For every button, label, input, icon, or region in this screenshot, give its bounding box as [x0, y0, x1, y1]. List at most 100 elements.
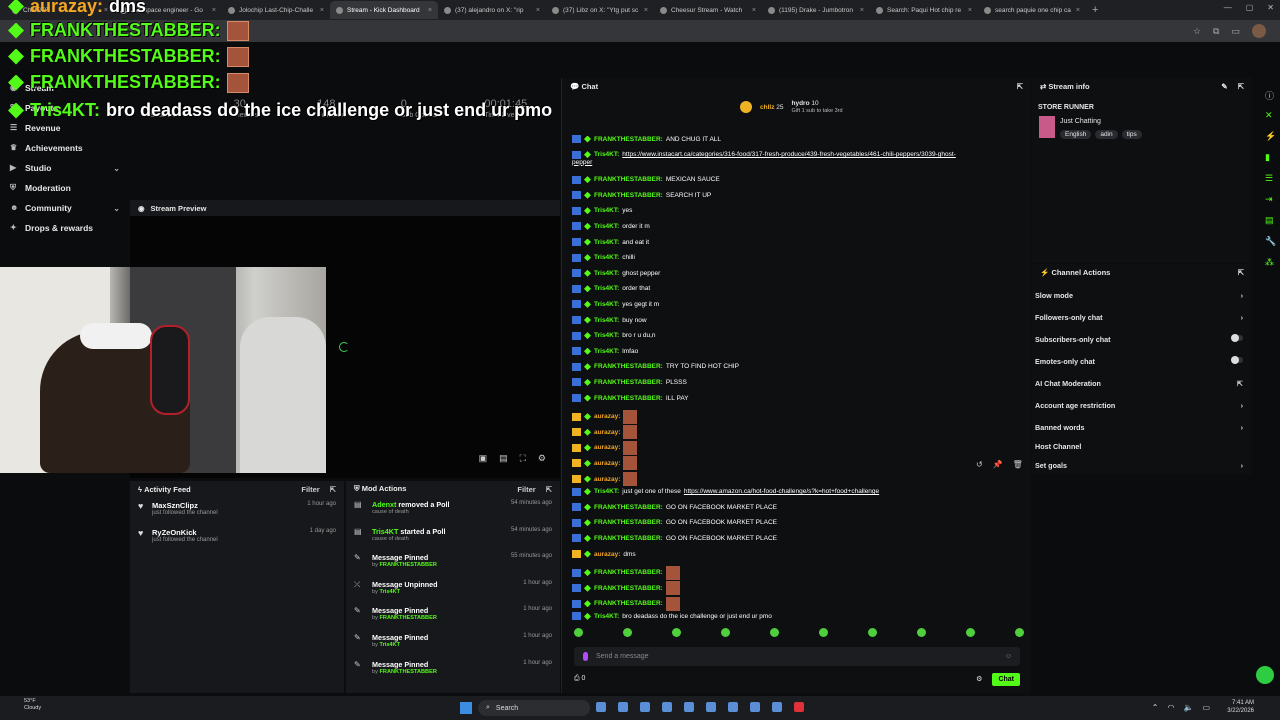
mod-action-by-user[interactable]: FRANKTHESTABBER [379, 669, 436, 675]
browser-tab[interactable]: ChatGPT × [6, 1, 114, 19]
chat-username[interactable]: Tris4KT: [594, 301, 619, 308]
help-chat-button[interactable] [1256, 666, 1274, 684]
close-window-icon[interactable]: ✕ [1267, 3, 1274, 12]
sidebar-icon[interactable]: ▭ [1231, 26, 1240, 37]
close-icon[interactable]: × [212, 7, 216, 14]
activity-filter-button[interactable]: Filter [301, 485, 319, 494]
pip-icon[interactable]: ▣ [479, 453, 488, 464]
close-icon[interactable]: × [428, 7, 432, 14]
profile-avatar[interactable] [1252, 24, 1266, 38]
tool-icon-6[interactable]: ▤ [1265, 215, 1275, 225]
sidebar-item-revenue[interactable]: ☰ Revenue [0, 118, 130, 138]
close-icon[interactable]: × [644, 7, 648, 14]
chat-username[interactable]: Tris4KT: [594, 488, 619, 495]
undo-icon[interactable]: ↺ [976, 460, 983, 469]
tool-icon-1[interactable]: ✕ [1265, 110, 1275, 120]
chat-username[interactable]: FRANKTHESTABBER: [594, 379, 663, 386]
fullscreen-icon[interactable]: ⛶ [520, 453, 526, 464]
mod-action-by-user[interactable]: Tris4KT [379, 642, 400, 648]
chat-username[interactable]: FRANKTHESTABBER: [594, 176, 663, 183]
app-icon-9[interactable] [772, 702, 782, 712]
sidebar-item-community[interactable]: ☻ Community ⌄ [0, 198, 130, 218]
chat-username[interactable]: FRANKTHESTABBER: [594, 569, 663, 576]
chat-username[interactable]: Tris4KT: [594, 223, 619, 230]
minimize-icon[interactable]: — [1224, 3, 1232, 12]
chat-link[interactable]: https://www.amazon.ca/hot-food-challenge… [684, 488, 879, 495]
toggle-switch[interactable] [1231, 356, 1243, 364]
activity-username[interactable]: RyZeOnKick [152, 528, 304, 537]
mod-action-user[interactable]: Adenxt [372, 500, 396, 509]
edit-pencil-icon[interactable]: ✎ [1221, 82, 1227, 91]
sidebar-item-moderation[interactable]: ⛨ Moderation [0, 178, 130, 198]
close-icon[interactable]: × [104, 7, 108, 14]
mod-action-by-user[interactable]: FRANKTHESTABBER [379, 562, 436, 568]
chat-username[interactable]: aurazay: [594, 429, 620, 436]
chat-username[interactable]: FRANKTHESTABBER: [594, 363, 663, 370]
channel-action-subscribers-only-chat[interactable]: Subscribers-only chat [1035, 334, 1243, 344]
close-icon[interactable]: × [536, 7, 540, 14]
chat-username[interactable]: Tris4KT: [594, 207, 619, 214]
chat-username[interactable]: Tris4KT: [594, 285, 619, 292]
chat-username[interactable]: FRANKTHESTABBER: [594, 504, 663, 511]
emote-2[interactable] [623, 628, 632, 637]
channel-action-host-channel[interactable]: Host Channel [1035, 442, 1243, 451]
pin-icon[interactable]: 📌 [993, 460, 1003, 469]
channel-action-followers-only-chat[interactable]: Followers-only chat › [1035, 313, 1243, 322]
chat-username[interactable]: FRANKTHESTABBER: [594, 192, 663, 199]
browser-tab[interactable]: (1195) Drake - Jumbotron × [762, 1, 870, 19]
browser-tab[interactable]: (37) alejandro on X: "rip × [438, 1, 546, 19]
popout-icon[interactable]: ⇱ [546, 485, 552, 494]
gift-leaderboard[interactable]: chllz 25 hydro 10 Gift 1 sub to take 3rd [740, 100, 843, 114]
channel-action-account-age-restriction[interactable]: Account age restriction › [1035, 401, 1243, 410]
toggle-switch[interactable] [1231, 334, 1243, 342]
chat-username[interactable]: Tris4KT: [594, 613, 619, 620]
settings-gear-icon[interactable]: ⚙ [976, 675, 982, 683]
stream-tag[interactable]: adin [1095, 130, 1118, 139]
popout-icon[interactable]: ⇱ [1017, 82, 1023, 91]
app-icon-2[interactable] [618, 702, 628, 712]
theater-icon[interactable]: ▤ [499, 453, 508, 464]
close-icon[interactable]: × [1076, 7, 1080, 14]
chat-username[interactable]: Tris4KT: [594, 317, 619, 324]
channel-action-slow-mode[interactable]: Slow mode › [1035, 291, 1243, 300]
emote-7[interactable] [868, 628, 877, 637]
send-chat-button[interactable]: Chat [992, 672, 1020, 686]
close-icon[interactable]: × [968, 7, 972, 14]
taskbar-clock[interactable]: 7:41 AM 3/22/2026 [1227, 699, 1254, 715]
windows-start-icon[interactable] [460, 702, 472, 714]
emote-1[interactable] [574, 628, 583, 637]
chat-username[interactable]: Tris4KT: [594, 270, 619, 277]
sidebar-item-studio[interactable]: ▶ Studio ⌄ [0, 158, 130, 178]
popout-icon[interactable]: ⇱ [330, 485, 336, 494]
browser-tab[interactable]: search paquie one chip ca × [978, 1, 1086, 19]
browser-tab[interactable]: Cheesur Stream - Watch × [654, 1, 762, 19]
close-icon[interactable]: × [860, 7, 864, 14]
stream-tag[interactable]: tips [1121, 130, 1142, 139]
wrench-icon[interactable]: 🔧 [1265, 236, 1276, 246]
trash-icon[interactable]: 🗑 [1013, 460, 1023, 469]
star-icon[interactable]: ☆ [1193, 26, 1201, 37]
chat-username[interactable]: Tris4KT: [594, 332, 619, 339]
close-icon[interactable]: × [752, 7, 756, 14]
chat-username[interactable]: aurazay: [594, 413, 620, 420]
wifi-icon[interactable]: ◠ [1167, 703, 1174, 712]
chat-link[interactable]: https://www.instacart.ca/categories/316-… [622, 151, 956, 158]
emote-5[interactable] [770, 628, 779, 637]
browser-tab[interactable]: Search: Paqui Hot chip re × [870, 1, 978, 19]
battery-icon[interactable]: ▭ [1202, 703, 1210, 712]
chat-username[interactable]: FRANKTHESTABBER: [594, 519, 663, 526]
activity-username[interactable]: MaxSznClipz [152, 501, 301, 510]
browser-tab[interactable]: Stream - Kick Dashboard × [330, 1, 438, 19]
chat-username[interactable]: aurazay: [594, 551, 620, 558]
taskbar-search[interactable]: ⌕ Search [478, 700, 590, 716]
chevron-up-icon[interactable]: ⌃ [1152, 703, 1159, 712]
app-icon-7[interactable] [728, 702, 738, 712]
browser-tab[interactable]: (37) Libz on X: "Ytg put sc × [546, 1, 654, 19]
maximize-icon[interactable]: ▢ [1246, 3, 1254, 12]
app-icon-1[interactable] [596, 702, 606, 712]
mic-icon[interactable] [583, 652, 588, 661]
sidebar-item-stream[interactable]: ◉ Stream [0, 78, 130, 98]
emoji-icon[interactable]: ☺ [1005, 653, 1012, 660]
popout-icon[interactable]: ⇱ [1238, 268, 1244, 277]
stream-tag[interactable]: English [1060, 130, 1092, 139]
